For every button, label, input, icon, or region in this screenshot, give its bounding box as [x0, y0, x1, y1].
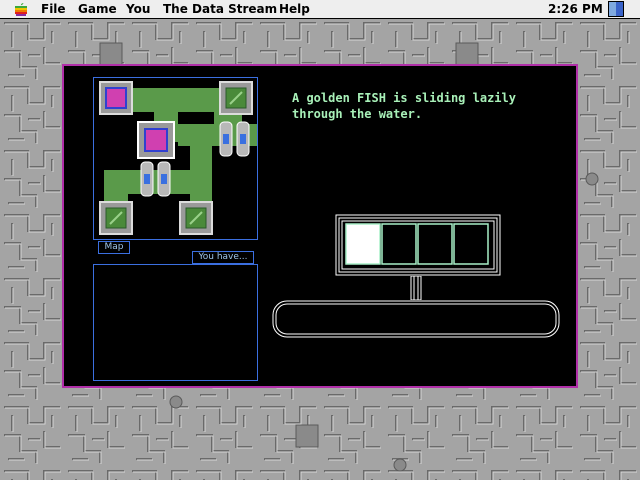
slot-display-post [410, 276, 422, 300]
door-middle-1[interactable] [140, 161, 154, 197]
map-panel[interactable] [93, 77, 258, 240]
command-input[interactable] [272, 300, 560, 338]
menu-you[interactable]: You [126, 2, 150, 16]
menu-file[interactable]: File [41, 2, 66, 16]
door-middle-2[interactable] [157, 161, 171, 197]
room-bottom-right[interactable] [179, 201, 213, 235]
menu-game[interactable]: Game [78, 2, 117, 16]
room-bottom-left[interactable] [99, 201, 133, 235]
room-current[interactable] [137, 121, 175, 159]
slot-cell [453, 223, 489, 265]
menu-help[interactable]: Help [279, 2, 310, 16]
menubar-clock[interactable]: 2:26 PM [548, 2, 603, 16]
door-right-1[interactable] [219, 121, 233, 157]
slot-cell [417, 223, 453, 265]
room-top-left[interactable] [99, 81, 133, 115]
inventory-label[interactable]: You have... [192, 251, 254, 264]
map-label[interactable]: Map [98, 241, 130, 254]
slot-cell [345, 223, 381, 265]
inventory-panel[interactable] [93, 264, 258, 381]
map-view [99, 81, 257, 235]
finder-icon[interactable] [608, 1, 624, 17]
slot-display [335, 214, 501, 276]
menu-data-stream[interactable]: The Data Stream [163, 2, 277, 16]
door-right-2[interactable] [236, 121, 250, 157]
apple-icon[interactable] [14, 2, 28, 17]
slot-cell [381, 223, 417, 265]
narration-text: A golden FISH is sliding lazily through … [292, 91, 516, 121]
menu-bar: File Game You The Data Stream Help 2:26 … [0, 0, 640, 19]
room-top-right[interactable] [219, 81, 253, 115]
